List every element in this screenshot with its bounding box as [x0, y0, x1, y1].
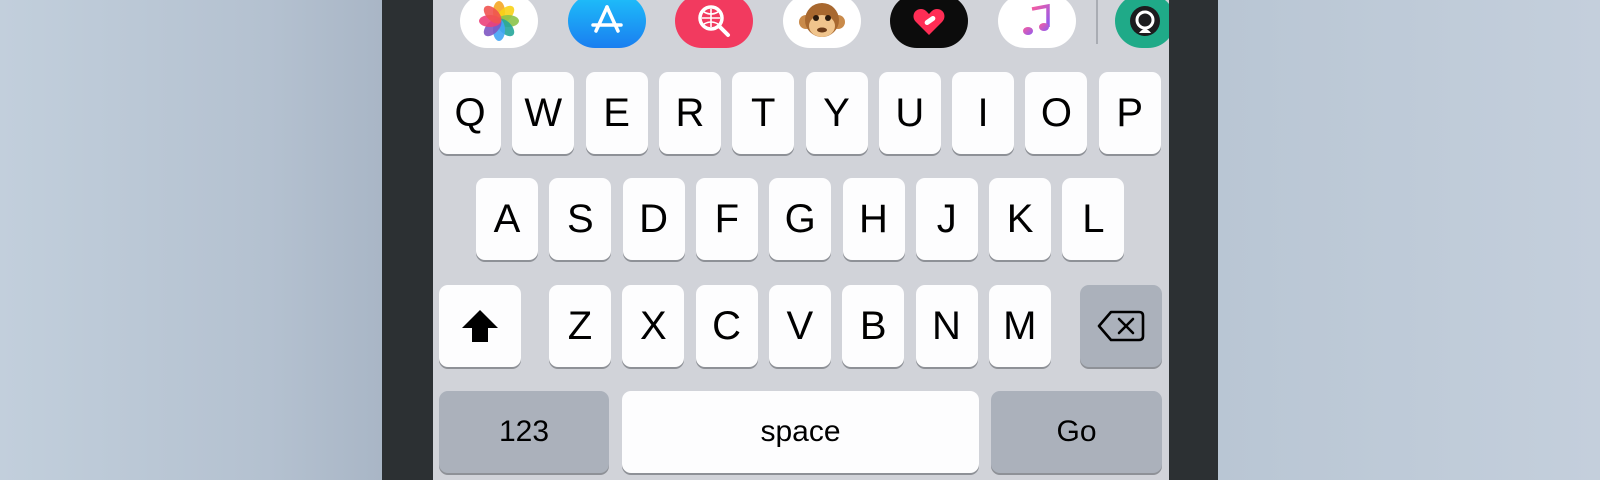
delete-key[interactable] [1080, 285, 1162, 367]
letter-key[interactable]: R [658, 72, 721, 154]
go-key-label: Go [1056, 415, 1097, 448]
letter-key-label: C [712, 303, 742, 348]
go-key[interactable]: Go [991, 391, 1162, 473]
app-store-icon [591, 5, 623, 33]
image-search-icon [698, 5, 730, 37]
digital-touch-app-button[interactable] [890, 0, 968, 48]
letter-key-label: W [524, 90, 563, 135]
delete-backspace-icon [1097, 310, 1145, 342]
letter-key[interactable]: O [1025, 72, 1088, 154]
photos-icon [479, 1, 519, 41]
letter-key-label: B [859, 303, 887, 348]
partial-app-icon [1130, 6, 1160, 36]
letter-key[interactable]: I [952, 72, 1015, 154]
music-app-button[interactable] [998, 0, 1076, 48]
music-icon [1023, 3, 1050, 35]
letter-key[interactable]: L [1062, 178, 1125, 260]
letter-key[interactable]: M [988, 285, 1051, 367]
letter-key-label: G [784, 196, 816, 241]
letter-key-label: O [1040, 90, 1072, 135]
letter-key-label: F [714, 196, 740, 241]
app-strip-divider [1096, 0, 1098, 44]
app-store-app-button[interactable] [568, 0, 646, 48]
keyboard-screen: QWERT YU I OP ASDFGH J K L Z XCVBNM 123 space G… [433, 0, 1169, 480]
letter-key-label: S [566, 196, 594, 241]
image-search-app-button[interactable] [675, 0, 753, 48]
animoji-app-button[interactable] [783, 0, 861, 48]
numbers-key-label: 123 [498, 415, 550, 448]
letter-key[interactable]: W [512, 72, 575, 154]
shift-key[interactable] [439, 285, 521, 367]
letter-key[interactable]: Z [549, 285, 611, 367]
digital-touch-heart-icon [913, 9, 945, 35]
letter-key[interactable]: A [476, 178, 538, 260]
photos-app-button[interactable] [460, 0, 538, 48]
letter-key-label: R [675, 90, 705, 135]
letter-key-label: Z [567, 303, 593, 348]
letter-key[interactable]: U [878, 72, 941, 154]
space-key-label: space [760, 415, 841, 448]
letter-key[interactable]: D [622, 178, 685, 260]
letter-key-label: L [1082, 196, 1105, 241]
letter-key-label: T [750, 90, 776, 135]
letter-key-label: U [895, 90, 925, 135]
numbers-key[interactable]: 123 [439, 391, 609, 473]
letter-key-label: X [639, 303, 667, 348]
letter-key[interactable]: S [549, 178, 612, 260]
letter-key[interactable]: N [915, 285, 978, 367]
letter-key-label: E [603, 90, 630, 135]
letter-key-label: J [936, 196, 957, 241]
letter-key[interactable]: E [585, 72, 648, 154]
wallpaper-right [1218, 0, 1600, 480]
letter-key[interactable]: Q [439, 72, 501, 154]
letter-key[interactable]: G [769, 178, 832, 260]
letter-key[interactable]: V [768, 285, 831, 367]
partial-app-button[interactable] [1115, 0, 1169, 48]
letter-key-label: H [859, 196, 888, 241]
wallpaper-left [0, 0, 382, 480]
animoji-monkey-icon [799, 3, 845, 37]
letter-key[interactable]: Y [805, 72, 868, 154]
letter-key[interactable]: P [1098, 72, 1161, 154]
letter-key-label: N [932, 303, 961, 348]
letter-key-label: V [786, 303, 814, 348]
letter-key[interactable]: T [732, 72, 795, 154]
letter-key[interactable]: J [915, 178, 978, 260]
letter-key[interactable]: K [989, 178, 1052, 260]
letter-key[interactable]: H [842, 178, 905, 260]
letter-key[interactable]: F [695, 178, 758, 260]
imessage-app-strip [433, 0, 1169, 56]
letter-key-label: K [1006, 196, 1034, 241]
letter-key[interactable]: X [622, 285, 685, 367]
space-key[interactable]: space [622, 391, 979, 473]
letter-key[interactable]: C [695, 285, 758, 367]
letter-key-label: M [1003, 303, 1037, 348]
letter-key[interactable]: B [842, 285, 905, 367]
letter-key-label: D [639, 196, 669, 241]
letter-key-label: P [1116, 90, 1144, 135]
shift-arrow-icon [462, 310, 498, 342]
letter-key-label: A [493, 196, 521, 241]
letter-key-label: Q [454, 90, 486, 135]
letter-key-label: I [977, 90, 989, 135]
letter-key-label: Y [823, 90, 850, 135]
